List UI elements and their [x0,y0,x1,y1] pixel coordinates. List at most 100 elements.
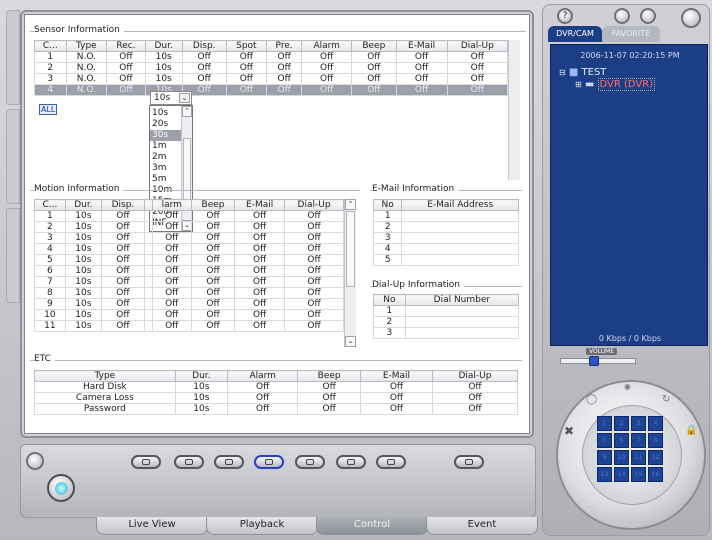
table-row[interactable]: 1 [373,305,520,317]
dialup-header-0[interactable]: No [373,294,406,306]
motion-scroll-thumb[interactable] [346,211,355,287]
motion-cell[interactable] [143,320,153,332]
table-row[interactable]: 10 10s Off Off Off Off Off [34,309,344,321]
table-row[interactable]: 4 [372,243,519,255]
etc-header-4[interactable]: E-Mail [359,370,433,382]
motion-cell[interactable]: Off [190,221,236,233]
sensor-cell[interactable]: Off [106,73,146,85]
camera-cell[interactable]: 12 [648,450,663,465]
camera-cell[interactable]: 8 [648,433,663,448]
motion-cell[interactable] [143,210,153,222]
motion-cell[interactable]: Off [100,298,145,310]
sensor-header-8[interactable]: Beep [351,40,397,52]
sensor-cell[interactable]: 3 [34,73,67,85]
motion-cell[interactable]: 9 [34,298,66,310]
sensor-cell[interactable]: Off [351,84,397,96]
motion-cell[interactable]: Off [151,232,192,244]
volume-knob[interactable] [589,356,600,366]
camera-cell[interactable]: 6 [614,433,629,448]
duration-option[interactable]: 1m [150,141,182,152]
camera-cell[interactable]: 16 [648,467,663,482]
motion-cell[interactable]: Off [190,232,236,244]
etc-cell[interactable]: Off [431,381,519,393]
motion-cell[interactable]: Off [234,276,286,288]
dialup-header-1[interactable]: Dial Number [404,294,520,306]
motion-cell[interactable]: Off [151,254,192,266]
zoom-icon[interactable]: ◯ [586,394,597,405]
email-cell[interactable] [401,221,519,233]
scroll-up-icon[interactable]: ⌃ [182,106,192,117]
etc-cell[interactable]: Off [359,381,433,393]
camera-cell[interactable]: 5 [597,433,612,448]
sensor-cell[interactable]: Off [181,51,227,63]
table-row[interactable]: 3 N.O. Off 10s Off Off Off Off Off Off Off [34,73,509,85]
table-row[interactable]: 8 10s Off Off Off Off Off [34,287,344,299]
motion-cell[interactable]: Off [100,254,145,266]
dialup-cell[interactable]: 3 [373,327,406,339]
sensor-cell[interactable]: Off [266,73,303,85]
motion-cell[interactable]: Off [234,221,286,233]
sensor-cell[interactable]: 1 [34,51,67,63]
motion-cell[interactable]: 10 [34,309,66,321]
sensor-cell[interactable]: Off [266,51,303,63]
tree-node-test[interactable]: ⊟ ■ TEST [559,67,606,78]
motion-cell[interactable]: 10s [64,320,102,332]
motion-cell[interactable]: Off [190,309,236,321]
sensor-cell[interactable]: Off [225,73,268,85]
control-button-4-active[interactable] [254,455,284,469]
email-cell[interactable] [401,232,519,244]
motion-cell[interactable]: Off [234,298,286,310]
lock-icon[interactable]: 🔒 [685,425,697,436]
motion-cell[interactable] [143,243,153,255]
sensor-header-7[interactable]: Alarm [301,40,353,52]
motion-cell[interactable]: Off [100,287,145,299]
camera-cell[interactable]: 11 [631,450,646,465]
sensor-cell[interactable]: Off [181,73,227,85]
motion-cell[interactable] [143,265,153,277]
motion-cell[interactable]: Off [151,243,192,255]
motion-header-7[interactable]: Dial-Up [284,199,344,211]
motion-cell[interactable]: 6 [34,265,66,277]
table-row[interactable]: Camera Loss 10s Off Off Off Off [34,392,519,404]
sensor-cell[interactable]: Off [181,62,227,74]
motion-header-6[interactable]: E-Mail [234,199,286,211]
motion-cell[interactable]: Off [190,210,236,222]
motion-cell[interactable]: 11 [34,320,66,332]
sensor-cell[interactable]: N.O. [65,62,108,74]
dropdown-scroll-thumb[interactable] [183,138,191,206]
motion-header-2[interactable]: Disp. [100,199,145,211]
camera-cell[interactable]: 15 [631,467,646,482]
tab-control[interactable]: Control [316,517,428,535]
motion-cell[interactable]: Off [151,210,192,222]
sensor-cell[interactable]: N.O. [65,73,108,85]
email-cell[interactable] [401,254,519,266]
dialup-cell[interactable] [404,316,520,328]
tab-event[interactable]: Event [426,517,538,535]
sensor-cell[interactable]: Off [351,51,397,63]
minimize-icon[interactable] [614,8,630,24]
sensor-cell[interactable]: 4 [34,84,67,96]
motion-cell[interactable]: Off [100,276,145,288]
sensor-header-9[interactable]: E-Mail [395,40,448,52]
email-header-0[interactable]: No [372,199,403,211]
motion-cell[interactable]: 5 [34,254,66,266]
sensor-cell[interactable]: Off [225,84,268,96]
table-row[interactable]: 2 [373,316,520,328]
control-button-8[interactable] [454,455,484,469]
motion-cell[interactable]: Off [234,254,286,266]
etc-cell[interactable]: Off [431,392,519,404]
sensor-cell[interactable]: Off [225,51,268,63]
motion-cell[interactable] [143,298,153,310]
tree-node-dvr[interactable]: ⊞ ▬ DVR (DVR) [575,78,656,91]
settings-icon[interactable] [640,8,656,24]
tab-favorite[interactable]: FAVORITE [602,26,660,42]
etc-header-3[interactable]: Beep [297,370,361,382]
motion-cell[interactable]: Off [151,320,192,332]
camera-cell[interactable]: 14 [614,467,629,482]
sensor-header-4[interactable]: Disp. [181,40,227,52]
sensor-cell[interactable]: Off [266,84,303,96]
sensor-cell[interactable]: Off [395,51,448,63]
sensor-cell[interactable]: Off [301,73,353,85]
motion-cell[interactable] [143,276,153,288]
table-row[interactable]: 1 10s Off Off Off Off Off [34,210,344,222]
